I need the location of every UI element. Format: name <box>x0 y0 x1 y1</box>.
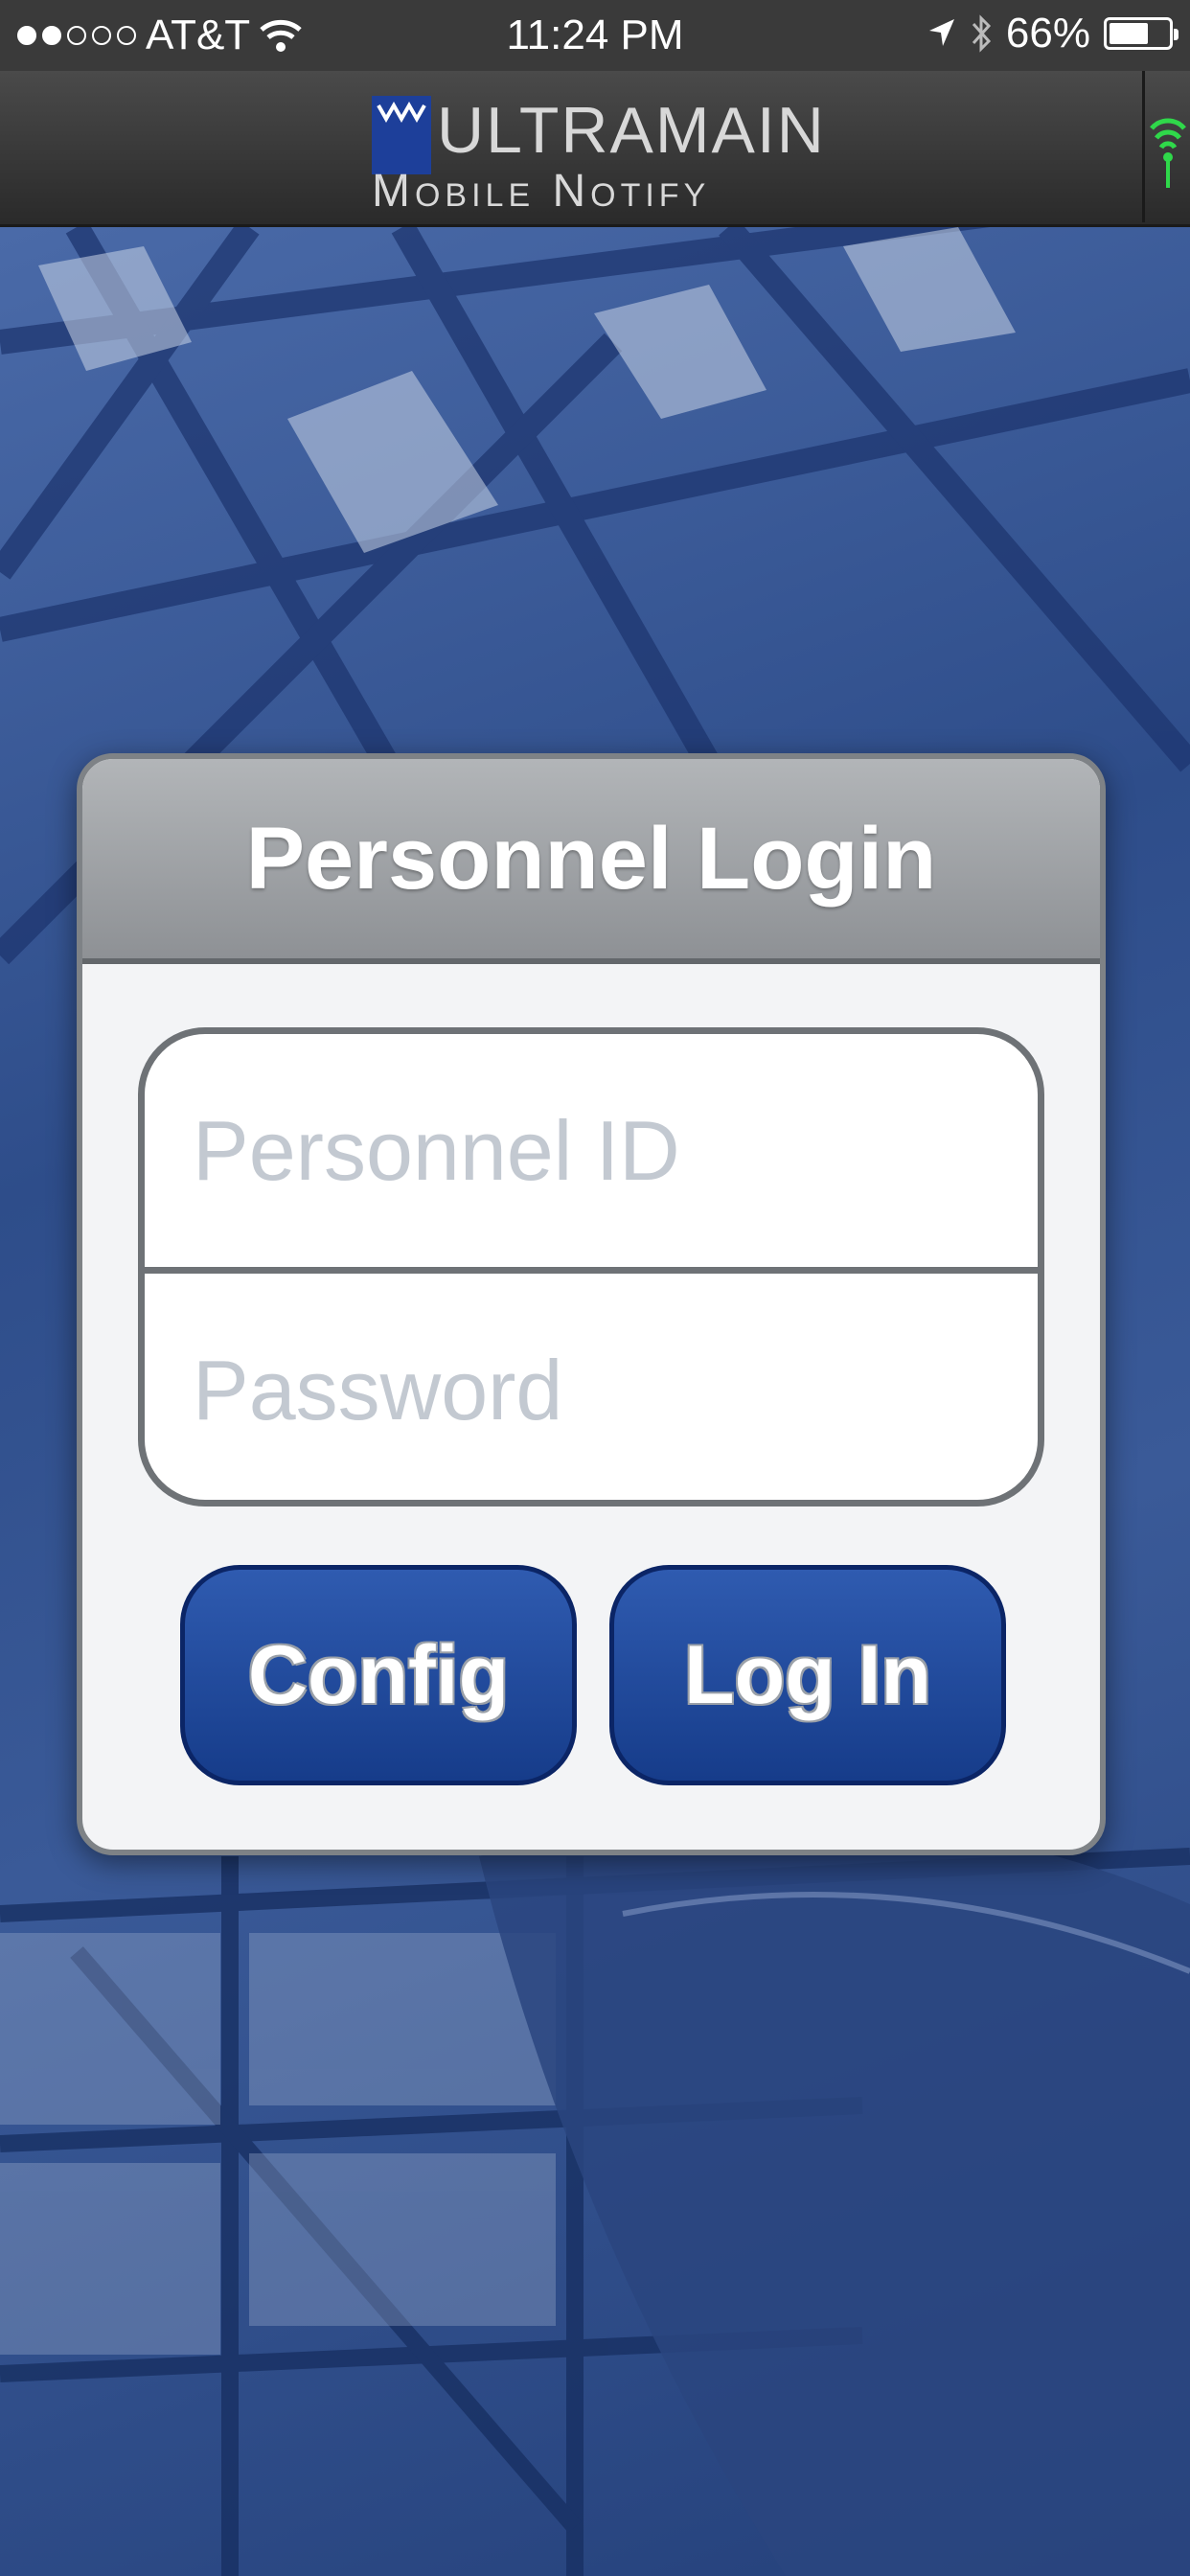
nav-bar: ULTRAMAIN Mobile Notify <box>0 71 1190 227</box>
logo-wordmark: ULTRAMAIN <box>437 94 826 167</box>
credentials-group <box>138 1027 1044 1506</box>
config-button[interactable]: Config <box>180 1565 577 1785</box>
battery-icon <box>1104 17 1179 50</box>
field-divider <box>145 1267 1038 1274</box>
login-dialog: Personnel Login Config Log In <box>77 753 1106 1855</box>
password-input[interactable] <box>145 1274 1038 1500</box>
login-title: Personnel Login <box>245 809 937 908</box>
login-dialog-header: Personnel Login <box>82 759 1100 964</box>
personnel-id-input[interactable] <box>145 1034 1038 1267</box>
status-right: 66% <box>927 10 1179 58</box>
bluetooth-icon <box>972 14 991 53</box>
status-bar: AT&T 11:24 PM 66% <box>0 0 1190 71</box>
login-button[interactable]: Log In <box>609 1565 1006 1785</box>
wireless-signal-icon[interactable] <box>1146 107 1190 194</box>
battery-percent: 66% <box>1005 10 1090 57</box>
nav-divider <box>1142 71 1145 222</box>
logo-subtitle: Mobile Notify <box>372 166 711 217</box>
logo-mark-icon <box>372 96 431 174</box>
ultramain-logo: ULTRAMAIN Mobile Notify <box>372 84 824 215</box>
location-arrow-icon <box>928 19 954 46</box>
